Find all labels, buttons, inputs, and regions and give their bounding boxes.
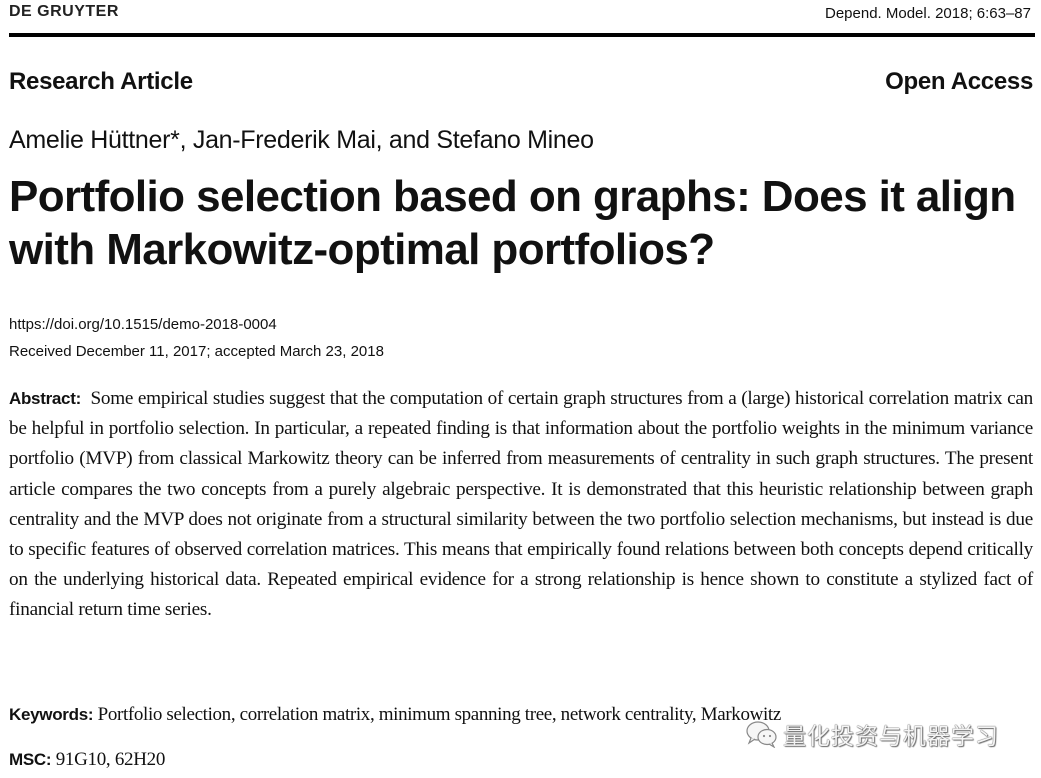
watermark: 量化投资与机器学习 <box>745 717 999 751</box>
keywords-label: Keywords: <box>9 705 94 724</box>
article-type: Research Article <box>9 68 193 95</box>
abstract: Abstract: Some empirical studies suggest… <box>9 384 1033 626</box>
msc-classification: MSC: 91G10, 62H20 <box>9 749 165 771</box>
abstract-text: Some empirical studies suggest that the … <box>9 388 1033 621</box>
wechat-icon <box>745 720 779 748</box>
doi-link[interactable]: https://doi.org/10.1515/demo-2018-0004 <box>9 316 277 333</box>
paper-title: Portfolio selection based on graphs: Doe… <box>9 172 1016 274</box>
watermark-text: 量化投资与机器学习 <box>783 724 999 750</box>
msc-label: MSC: <box>9 750 52 769</box>
msc-text: 91G10, 62H20 <box>55 749 166 770</box>
header-rule <box>9 33 1035 37</box>
keywords-text: Portfolio selection, correlation matrix,… <box>97 704 782 725</box>
author-list: Amelie Hüttner*, Jan-Frederik Mai, and S… <box>9 126 594 154</box>
abstract-label: Abstract: <box>9 389 81 408</box>
journal-citation: Depend. Model. 2018; 6:63–87 <box>825 5 1031 22</box>
open-access-label: Open Access <box>885 68 1033 95</box>
received-accepted-dates: Received December 11, 2017; accepted Mar… <box>9 343 384 360</box>
publisher-logo: DE GRUYTER <box>9 3 119 20</box>
